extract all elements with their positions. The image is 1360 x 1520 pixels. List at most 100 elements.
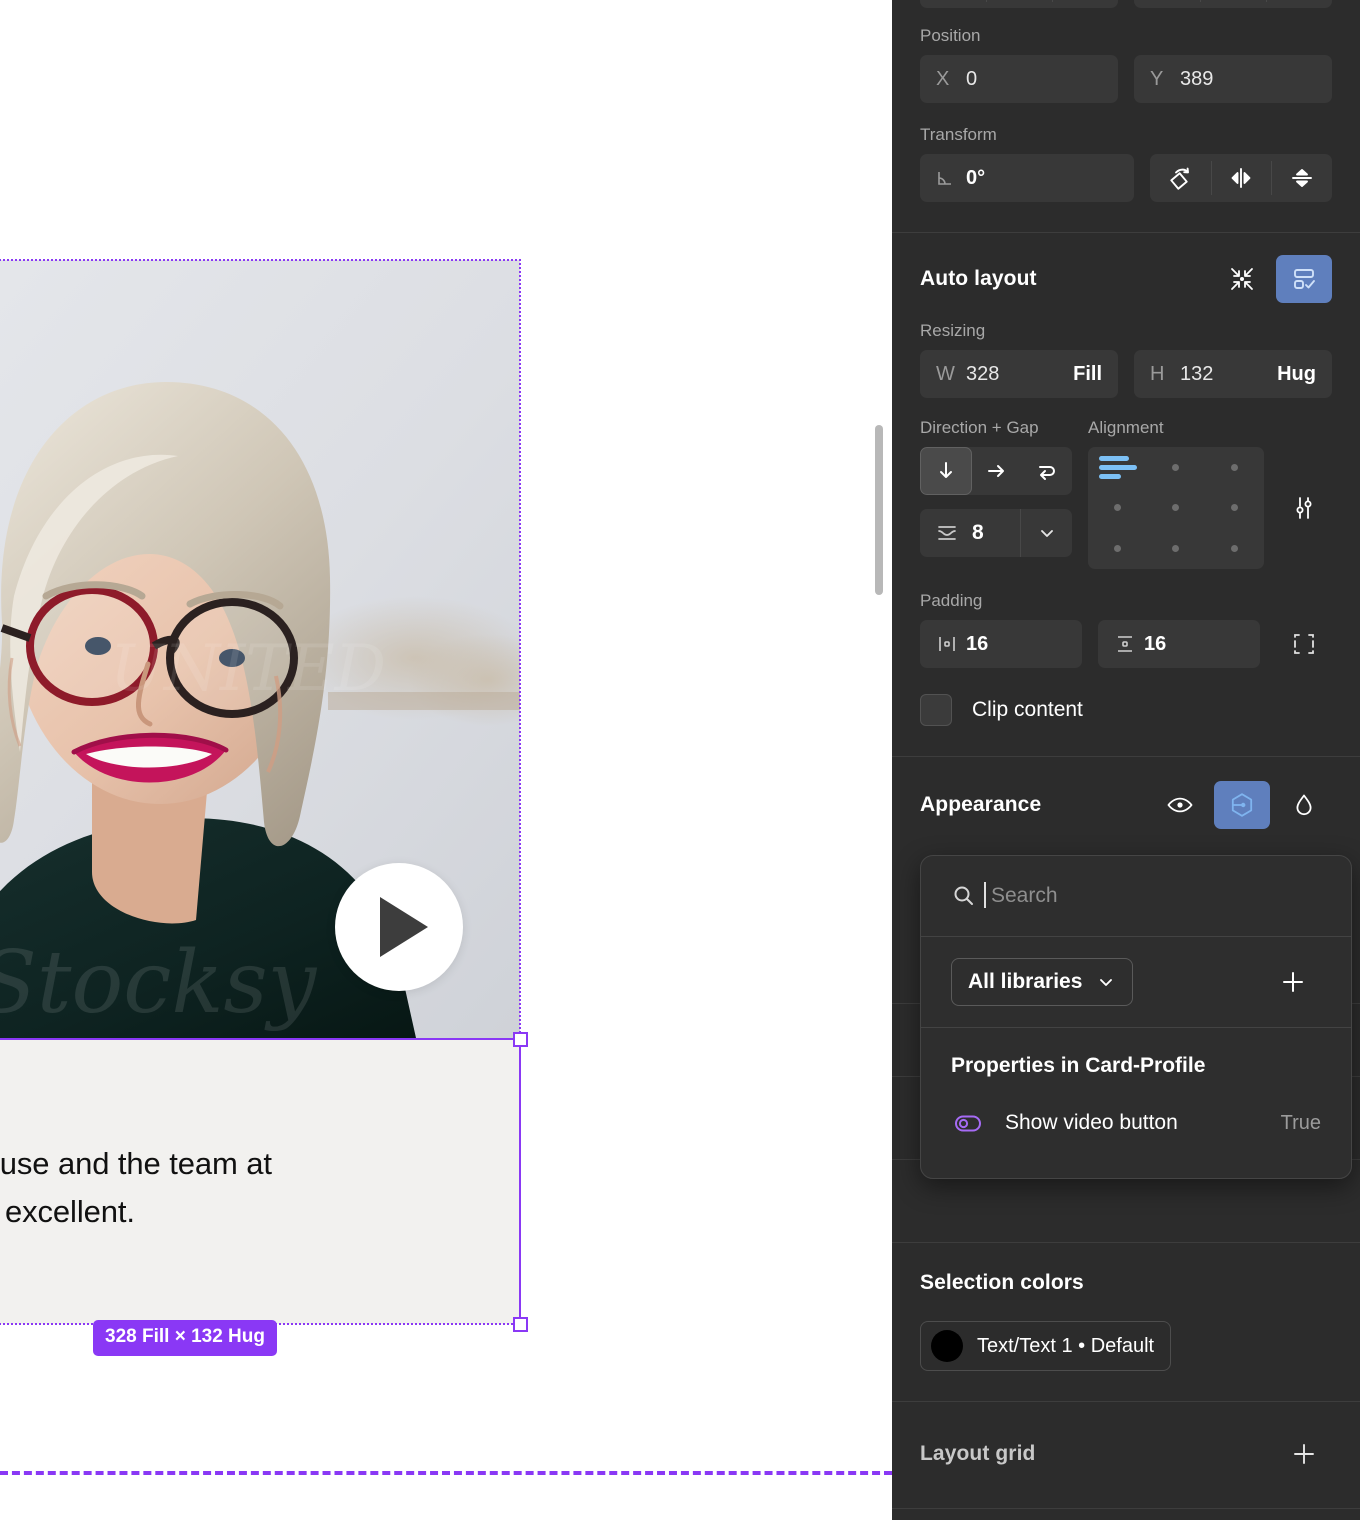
width-prefix: W — [936, 362, 955, 385]
position-label: Position — [920, 26, 981, 45]
chevron-down-icon — [1096, 972, 1116, 992]
width-resize-mode[interactable]: Fill — [1073, 363, 1102, 386]
flip-horizontal-icon[interactable] — [1210, 154, 1272, 202]
popover-search-row[interactable]: Search — [921, 856, 1351, 936]
popover-libraries-row: All libraries — [921, 937, 1351, 1027]
canvas-scrollbar[interactable] — [875, 425, 883, 595]
align-top-center[interactable] — [1172, 463, 1180, 471]
position-x-value: 0 — [966, 67, 978, 90]
align-middle-right[interactable] — [1231, 504, 1239, 512]
width-value: 328 — [966, 362, 1000, 385]
position-y-prefix: Y — [1150, 67, 1164, 90]
align-middle-center[interactable] — [1172, 504, 1180, 512]
align-top-right[interactable] — [1231, 463, 1239, 471]
design-canvas[interactable]: Stocksy UNITED easy to use and the team … — [0, 0, 892, 1520]
appearance-header: Appearance — [920, 781, 1332, 829]
appearance-title: Appearance — [920, 793, 1042, 816]
angle-icon — [936, 169, 952, 187]
layout-grid-title: Layout grid — [920, 1442, 1036, 1465]
quote-line-2: one are excellent. — [0, 1194, 135, 1229]
gap-dropdown-chevron-down-icon[interactable] — [1020, 509, 1072, 557]
position-x-input[interactable]: X 0 — [920, 55, 1118, 103]
padding-horizontal-value: 16 — [966, 632, 989, 655]
height-input[interactable]: H 132 Hug — [1134, 350, 1332, 398]
popover-properties: Properties in Card-Profile Show video bu… — [921, 1028, 1351, 1178]
position-y-input[interactable]: Y 389 — [1134, 55, 1332, 103]
direction-gap-label: Direction + Gap — [920, 418, 1039, 437]
direction-buttons[interactable] — [920, 447, 1072, 495]
selection-size-badge: 328 Fill × 132 Hug — [93, 1320, 277, 1356]
search-icon — [951, 883, 977, 909]
layout-grid-header: Layout grid — [920, 1430, 1332, 1478]
property-name: Show video button — [1005, 1111, 1178, 1134]
clip-content-row[interactable]: Clip content — [920, 694, 1332, 756]
sliders-icon[interactable] — [1276, 484, 1332, 532]
clip-content-checkbox[interactable] — [920, 694, 952, 726]
selection-color-swatch[interactable]: Text/Text 1 • Default — [920, 1321, 1172, 1371]
svg-text:Stocksy: Stocksy — [0, 933, 318, 1033]
padding-vertical-input[interactable]: 16 — [1098, 620, 1260, 668]
position-section: Position X 0 Y 389 — [892, 0, 1360, 103]
add-layout-grid-plus-icon[interactable] — [1276, 1430, 1332, 1478]
height-resize-mode[interactable]: Hug — [1277, 363, 1316, 386]
height-prefix: H — [1150, 362, 1165, 385]
alignment-label: Alignment — [1088, 418, 1164, 437]
resizing-label: Resizing — [920, 321, 986, 340]
card-profile-frame[interactable]: Stocksy UNITED easy to use and the team … — [0, 260, 520, 1324]
align-bottom-center[interactable] — [1172, 545, 1180, 553]
flip-vertical-icon[interactable] — [1271, 154, 1332, 202]
padding-sides-icon[interactable] — [1276, 620, 1332, 668]
position-y-value: 389 — [1180, 67, 1214, 90]
padding-horizontal-input[interactable]: 16 — [920, 620, 1082, 668]
variables-hexagon-icon[interactable] — [1214, 781, 1270, 829]
transform-actions[interactable] — [1150, 154, 1332, 202]
divider-bottom — [892, 1508, 1360, 1509]
alignment-pad[interactable] — [1088, 447, 1264, 569]
boolean-toggle-icon — [951, 1106, 985, 1140]
auto-layout-title: Auto layout — [920, 267, 1037, 290]
card-quote-text: easy to use and the team at one are exce… — [0, 1078, 488, 1236]
transform-section: Transform 0° — [892, 103, 1360, 232]
property-row[interactable]: Show video button True — [951, 1106, 1321, 1140]
layout-grid-section: Layout grid — [892, 1402, 1360, 1508]
padding-vertical-value: 16 — [1144, 632, 1167, 655]
droplet-icon[interactable] — [1276, 781, 1332, 829]
search-input[interactable]: Search — [984, 882, 1058, 908]
play-triangle-icon — [380, 897, 428, 957]
quote-line-1: easy to use and the team at — [0, 1146, 272, 1181]
align-middle-left[interactable] — [1113, 504, 1121, 512]
eye-icon[interactable] — [1152, 781, 1208, 829]
variables-popover[interactable]: Search All libraries Properties in Card-… — [920, 855, 1352, 1179]
align-bottom-left[interactable] — [1113, 545, 1121, 553]
play-video-button[interactable] — [335, 863, 463, 991]
align-top-left-selected[interactable] — [1088, 455, 1147, 479]
direction-vertical-button[interactable] — [920, 447, 972, 495]
collapse-icon[interactable] — [1214, 255, 1270, 303]
add-variable-plus-icon[interactable] — [1265, 958, 1321, 1006]
direction-horizontal-button[interactable] — [972, 447, 1022, 495]
rotation-value: 0° — [966, 166, 986, 189]
height-value: 132 — [1180, 362, 1214, 385]
gap-input[interactable]: 8 — [920, 509, 1020, 557]
property-value[interactable]: True — [1281, 1112, 1321, 1135]
selection-colors-title: Selection colors — [920, 1271, 1084, 1294]
padding-label: Padding — [920, 591, 983, 610]
selection-color-label: Text/Text 1 • Default — [977, 1334, 1155, 1357]
padding-vertical-icon — [1114, 633, 1132, 655]
rotate-icon[interactable] — [1150, 154, 1211, 202]
align-bottom-right[interactable] — [1231, 545, 1239, 553]
direction-wrap-button[interactable] — [1022, 447, 1072, 495]
svg-text:UNITED: UNITED — [110, 632, 386, 706]
selection-colors-section: Selection colors Text/Text 1 • Default — [892, 1243, 1360, 1401]
rotation-input[interactable]: 0° — [920, 154, 1134, 202]
position-x-prefix: X — [936, 67, 950, 90]
color-swatch-dot — [931, 1330, 963, 1362]
width-input[interactable]: W 328 Fill — [920, 350, 1118, 398]
popover-properties-title: Properties in Card-Profile — [951, 1054, 1206, 1077]
libraries-select[interactable]: All libraries — [951, 958, 1134, 1006]
auto-layout-settings-icon[interactable] — [1276, 255, 1332, 303]
gap-row[interactable]: 8 — [920, 509, 1072, 557]
gap-value: 8 — [972, 521, 984, 544]
clip-content-label: Clip content — [972, 698, 1083, 721]
layout-guide-line — [0, 1471, 892, 1475]
